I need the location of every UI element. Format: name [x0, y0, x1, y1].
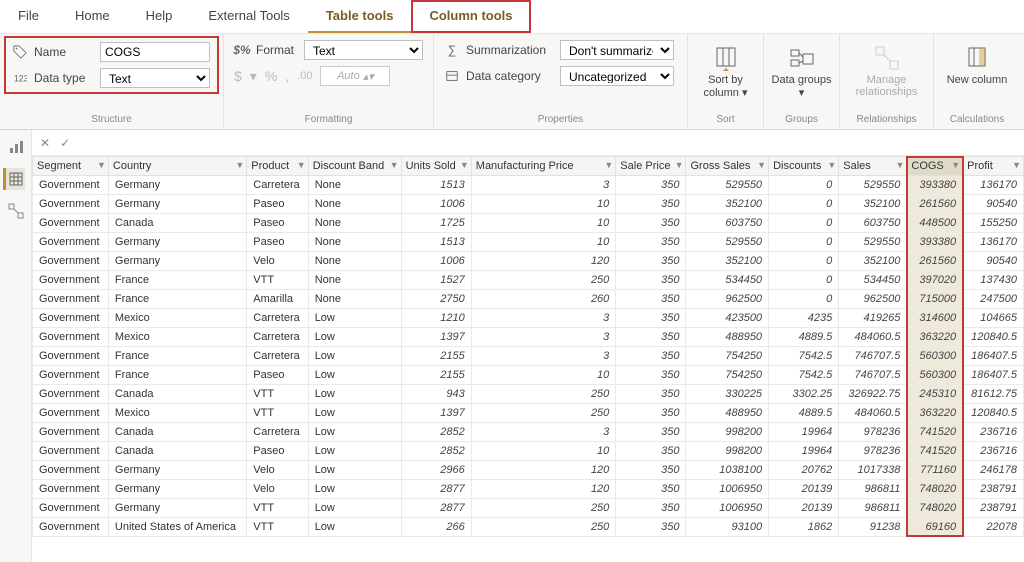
column-header[interactable]: Profit▼	[963, 157, 1024, 176]
currency-button[interactable]: $	[234, 68, 242, 84]
tab-file[interactable]: File	[0, 0, 57, 33]
table-row[interactable]: GovernmentMexicoCarreteraLow139733504889…	[33, 328, 1024, 347]
group-structure-label: Structure	[10, 112, 213, 127]
group-structure: Name 123 Data type Text Structure	[0, 34, 224, 129]
filter-dropdown-icon[interactable]: ▼	[604, 160, 613, 170]
cancel-formula-icon[interactable]: ✕	[40, 136, 50, 150]
commit-formula-icon[interactable]: ✓	[60, 136, 70, 150]
table-row[interactable]: GovernmentGermanyVTTLow28772503501006950…	[33, 499, 1024, 518]
filter-dropdown-icon[interactable]: ▼	[757, 160, 766, 170]
group-relationships: Manage relationships Relationships	[840, 34, 934, 129]
table-row[interactable]: GovernmentMexicoVTTLow139725035048895048…	[33, 404, 1024, 423]
tab-table-tools[interactable]: Table tools	[308, 0, 412, 33]
data-grid[interactable]: Segment▼Country▼Product▼Discount Band▼Un…	[32, 156, 1024, 562]
column-header[interactable]: Manufacturing Price▼	[471, 157, 616, 176]
format-icon: $%	[234, 42, 250, 58]
group-calculations: New column Calculations	[934, 34, 1020, 129]
model-view-button[interactable]	[5, 200, 27, 222]
decimals-icon: .00	[297, 70, 312, 82]
sigma-icon: ∑	[444, 42, 460, 58]
table-row[interactable]: GovernmentGermanyPaseoNone15131035052955…	[33, 233, 1024, 252]
format-select[interactable]: Text	[304, 40, 423, 60]
table-row[interactable]: GovernmentCanadaVTTLow943250350330225330…	[33, 385, 1024, 404]
category-icon	[444, 68, 460, 84]
tab-external-tools[interactable]: External Tools	[190, 0, 307, 33]
format-label: Format	[256, 43, 298, 57]
data-groups-button[interactable]: Data groups ▾	[766, 40, 838, 103]
group-properties: ∑ Summarization Don't summarize Data cat…	[434, 34, 688, 129]
column-header[interactable]: Gross Sales▼	[686, 157, 769, 176]
table-row[interactable]: GovernmentGermanyPaseoNone10061035035210…	[33, 195, 1024, 214]
filter-dropdown-icon[interactable]: ▼	[895, 160, 904, 170]
filter-dropdown-icon[interactable]: ▼	[1012, 160, 1021, 170]
column-header[interactable]: Sales▼	[839, 157, 907, 176]
group-sort: Sort by column ▾ Sort	[688, 34, 764, 129]
table-row[interactable]: GovernmentFranceCarreteraLow215533507542…	[33, 347, 1024, 366]
table-row[interactable]: GovernmentUnited States of AmericaVTTLow…	[33, 518, 1024, 537]
table-row[interactable]: GovernmentCanadaPaseoNone172510350603750…	[33, 214, 1024, 233]
ribbon-tabs: File Home Help External Tools Table tool…	[0, 0, 1024, 34]
summarization-select[interactable]: Don't summarize	[560, 40, 674, 60]
table-row[interactable]: GovernmentCanadaPaseoLow2852103509982001…	[33, 442, 1024, 461]
new-column-button[interactable]: New column	[941, 40, 1013, 90]
ribbon: Name 123 Data type Text Structure $% For…	[0, 34, 1024, 130]
column-header[interactable]: Sale Price▼	[616, 157, 686, 176]
column-header[interactable]: COGS▼	[907, 157, 963, 176]
filter-dropdown-icon[interactable]: ▼	[675, 160, 684, 170]
name-label: Name	[34, 45, 94, 59]
table-row[interactable]: GovernmentGermanyVeloLow2966120350103810…	[33, 461, 1024, 480]
table-row[interactable]: GovernmentFranceVTTNone15272503505344500…	[33, 271, 1024, 290]
datatype-icon: 123	[12, 70, 28, 86]
datatype-select[interactable]: Text	[100, 68, 210, 88]
summarization-label: Summarization	[466, 43, 554, 57]
data-category-label: Data category	[466, 69, 554, 83]
percent-button[interactable]: %	[265, 68, 277, 84]
filter-dropdown-icon[interactable]: ▼	[235, 160, 244, 170]
table-row[interactable]: GovernmentGermanyVeloNone100612035035210…	[33, 252, 1024, 271]
tab-home[interactable]: Home	[57, 0, 128, 33]
column-header[interactable]: Product▼	[247, 157, 308, 176]
column-header[interactable]: Segment▼	[33, 157, 109, 176]
svg-text:123: 123	[14, 74, 27, 84]
table-row[interactable]: GovernmentMexicoCarreteraLow121033504235…	[33, 309, 1024, 328]
manage-relationships-button: Manage relationships	[851, 40, 923, 102]
table-row[interactable]: GovernmentGermanyVeloLow2877120350100695…	[33, 480, 1024, 499]
report-view-button[interactable]	[5, 136, 27, 158]
data-category-select[interactable]: Uncategorized	[560, 66, 674, 86]
filter-dropdown-icon[interactable]: ▼	[97, 160, 106, 170]
data-view-button[interactable]	[3, 168, 25, 190]
filter-dropdown-icon[interactable]: ▼	[951, 160, 960, 170]
formula-bar: ✕ ✓	[32, 130, 1024, 156]
table-row[interactable]: GovernmentGermanyCarreteraNone1513335052…	[33, 176, 1024, 195]
column-header[interactable]: Country▼	[108, 157, 246, 176]
table-row[interactable]: GovernmentFranceAmarillaNone275026035096…	[33, 290, 1024, 309]
group-formatting: $% Format Text $ ▾ % , .00 Auto ▴▾ Forma…	[224, 34, 434, 129]
filter-dropdown-icon[interactable]: ▼	[827, 160, 836, 170]
table-row[interactable]: GovernmentFrancePaseoLow2155103507542507…	[33, 366, 1024, 385]
filter-dropdown-icon[interactable]: ▼	[297, 160, 306, 170]
tag-icon	[12, 44, 28, 60]
filter-dropdown-icon[interactable]: ▼	[390, 160, 399, 170]
column-header[interactable]: Units Sold▼	[401, 157, 471, 176]
column-header[interactable]: Discounts▼	[769, 157, 839, 176]
sort-by-column-button[interactable]: Sort by column ▾	[690, 40, 762, 103]
column-name-input[interactable]	[100, 42, 210, 62]
group-groups: Data groups ▾ Groups	[764, 34, 840, 129]
auto-decimals-input[interactable]: Auto ▴▾	[320, 66, 390, 86]
datatype-label: Data type	[34, 71, 94, 85]
tab-column-tools[interactable]: Column tools	[411, 0, 530, 33]
column-header[interactable]: Discount Band▼	[308, 157, 401, 176]
tab-help[interactable]: Help	[128, 0, 191, 33]
filter-dropdown-icon[interactable]: ▼	[460, 160, 469, 170]
table-row[interactable]: GovernmentCanadaCarreteraLow285233509982…	[33, 423, 1024, 442]
comma-button[interactable]: ,	[285, 68, 289, 84]
view-rail	[0, 130, 32, 562]
